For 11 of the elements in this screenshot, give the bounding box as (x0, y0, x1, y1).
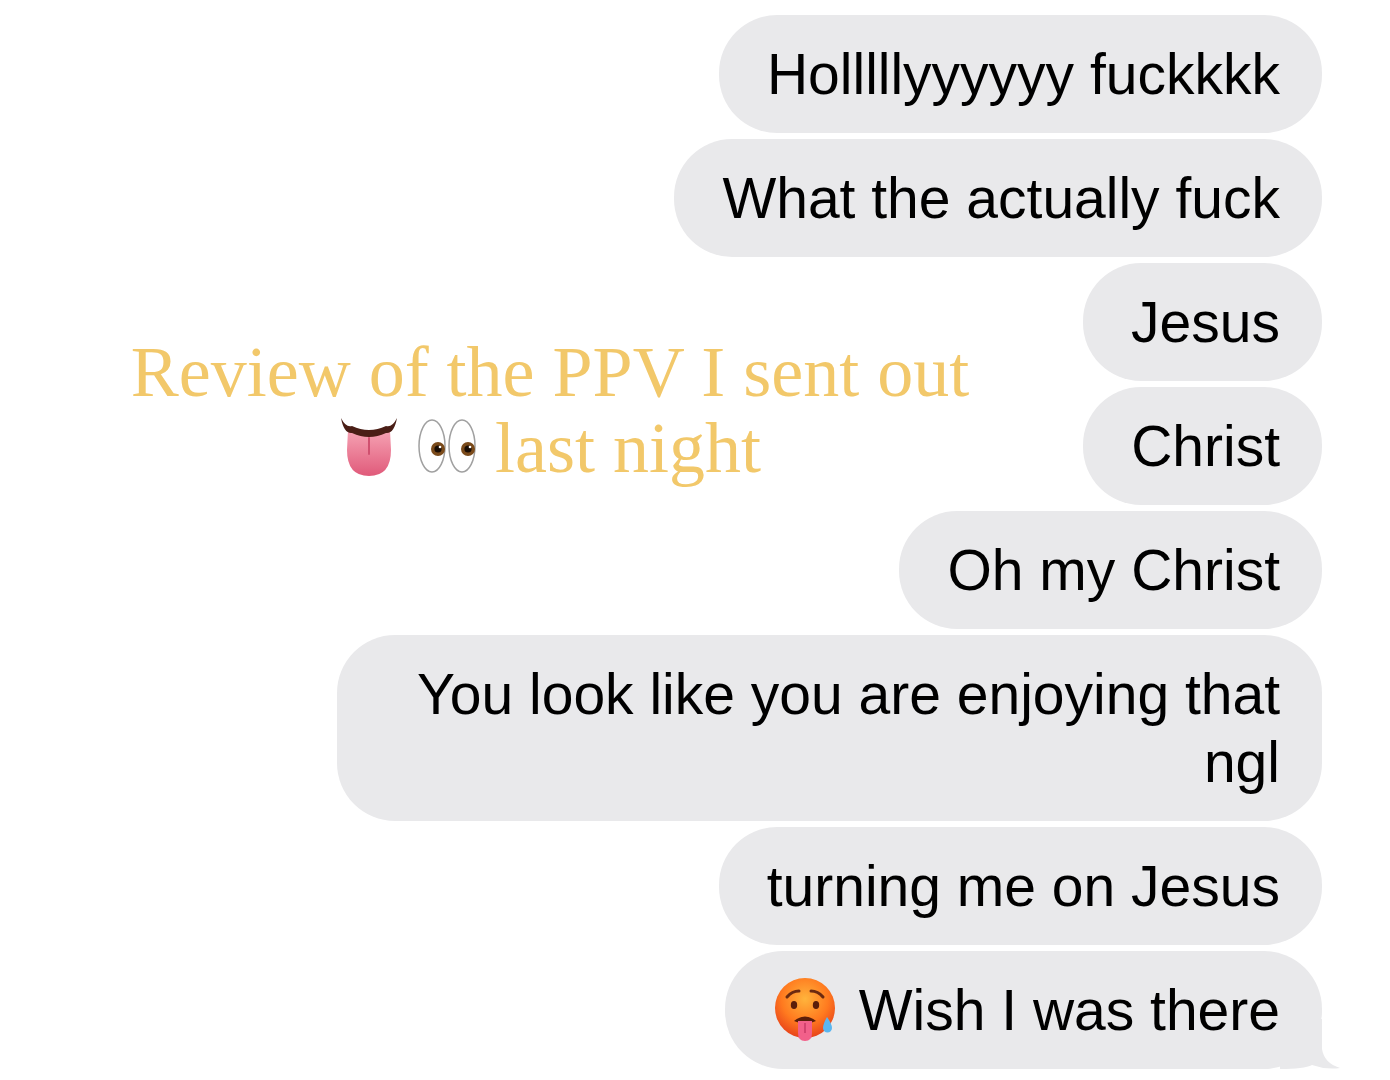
message-text: Jesus (1131, 289, 1280, 356)
message-text: Oh my Christ (947, 537, 1280, 604)
message-text: Wish I was there (858, 977, 1280, 1044)
message-text: turning me on Jesus (766, 853, 1280, 920)
message-text: You look like you are enjoying that ngl (416, 661, 1280, 796)
message-text: What the actually fuck (722, 165, 1280, 232)
caption-text: Review of the PPV I sent out (130, 334, 970, 410)
eyes-icon (417, 418, 477, 474)
message-text: Holllllyyyyyy fuckkkk (766, 41, 1280, 108)
message-text: Christ (1131, 413, 1280, 480)
caption-text: last night (495, 410, 761, 486)
